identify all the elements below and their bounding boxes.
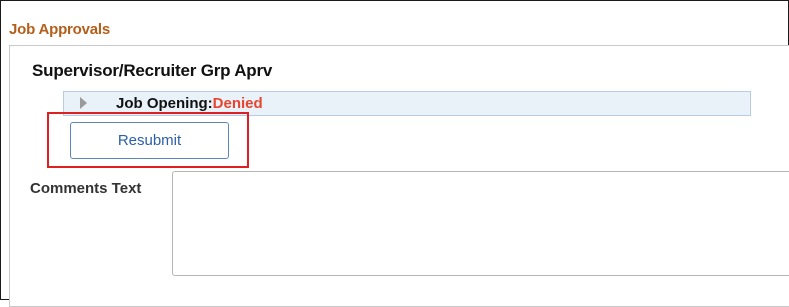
job-opening-status: Job Opening:Denied: [116, 95, 263, 112]
approval-stage-heading: Supervisor/Recruiter Grp Aprv: [32, 61, 273, 80]
comments-text-field[interactable]: [172, 171, 789, 276]
triangle-right-icon[interactable]: [80, 97, 87, 109]
job-opening-label: Job Opening:: [116, 95, 213, 112]
resubmit-button[interactable]: Resubmit: [70, 122, 229, 159]
comments-text-label: Comments Text: [30, 180, 142, 197]
status-value-denied: Denied: [212, 95, 263, 112]
section-title: Job Approvals: [9, 21, 111, 38]
